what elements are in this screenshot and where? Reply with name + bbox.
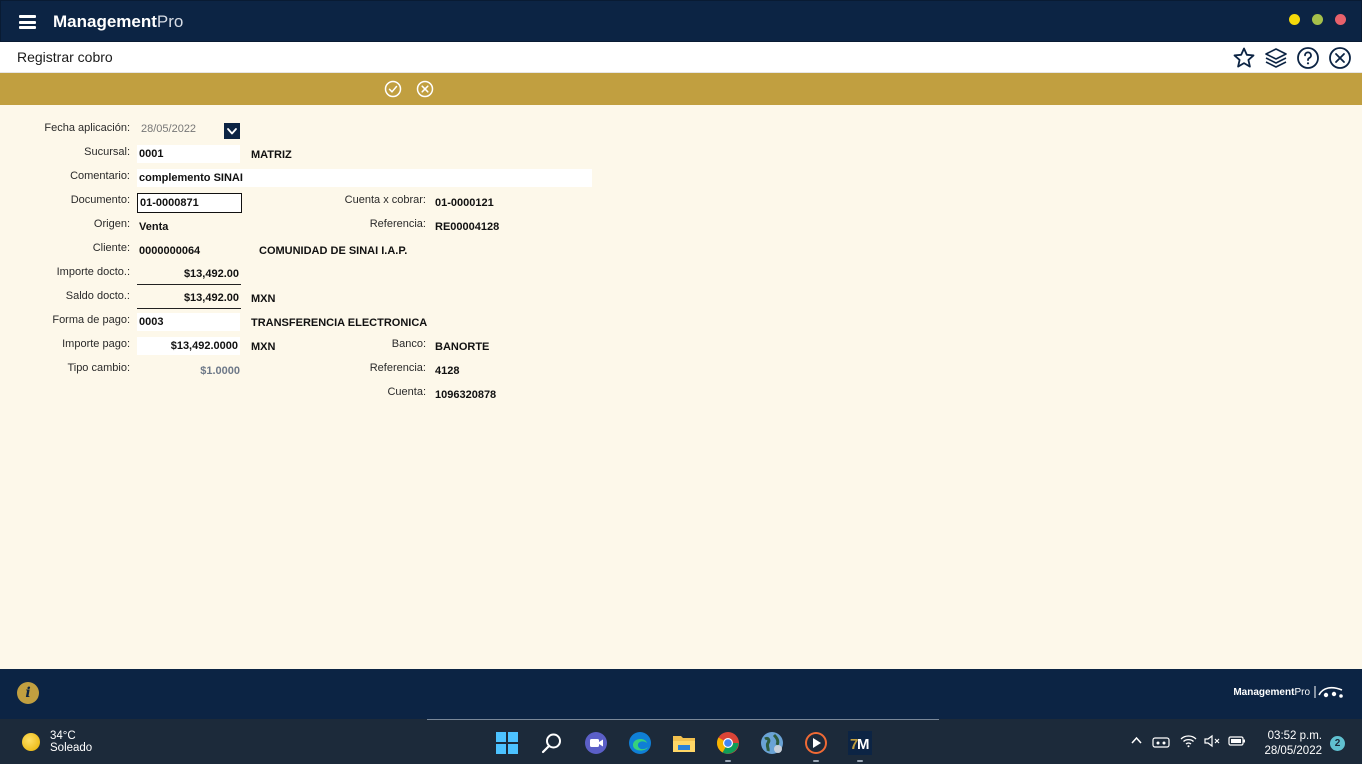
edge-icon[interactable]	[628, 731, 652, 755]
weather-temp: 34°C	[50, 730, 76, 742]
clock-time: 03:52 p.m.	[1267, 730, 1322, 742]
hamburger-menu-icon[interactable]	[19, 15, 36, 29]
tipo-cambio-label: Tipo cambio:	[67, 362, 130, 374]
close-window-button[interactable]	[1335, 14, 1346, 25]
wifi-icon[interactable]	[1180, 734, 1197, 748]
windows-start-icon[interactable]	[495, 731, 519, 755]
banco-label: Banco:	[391, 338, 426, 350]
page-title: Registrar cobro	[17, 49, 113, 65]
cliente-name: COMUNIDAD DE SINAI I.A.P.	[259, 245, 408, 257]
chevron-up-icon[interactable]	[1130, 734, 1143, 747]
origen-label: Origen:	[93, 218, 130, 230]
management-pro-icon[interactable]: 7 M	[848, 731, 872, 755]
footer-brand-pro: Pro	[1294, 686, 1310, 698]
importe-pago-label: Importe pago:	[62, 338, 130, 350]
battery-icon[interactable]	[1228, 734, 1246, 748]
onedrive-icon[interactable]	[1152, 734, 1170, 748]
comentario-input[interactable]: complemento SINAI	[137, 169, 592, 187]
saldo-docto-label: Saldo docto.:	[65, 290, 130, 302]
weather-desc: Soleado	[50, 742, 93, 754]
action-toolbar	[0, 73, 1362, 105]
chrome-icon[interactable]	[716, 731, 740, 755]
info-icon[interactable]: i	[17, 682, 39, 704]
cancel-circle-icon[interactable]	[416, 80, 434, 98]
sun-icon	[22, 733, 40, 751]
cliente-code: 0000000064	[139, 245, 201, 257]
chrome-running-indicator	[725, 760, 731, 762]
star-icon[interactable]	[1232, 46, 1256, 70]
referencia-label: Referencia:	[369, 218, 426, 230]
close-circle-icon[interactable]	[1328, 46, 1352, 70]
comentario-label: Comentario:	[70, 170, 130, 182]
brand-pro: Pro	[156, 12, 184, 31]
app-bar: ManagementPro	[0, 0, 1362, 42]
file-explorer-icon[interactable]	[672, 731, 696, 755]
referencia-pago-label: Referencia:	[369, 362, 426, 374]
importe-pago-currency: MXN	[251, 341, 276, 353]
cuenta-label: Cuenta:	[387, 386, 426, 398]
search-icon[interactable]	[540, 731, 564, 755]
title-bar: Registrar cobro	[0, 42, 1362, 73]
chevron-down-icon[interactable]	[224, 123, 240, 139]
brand-main: Management	[53, 12, 157, 31]
sucursal-label: Sucursal:	[84, 146, 130, 158]
layers-icon[interactable]	[1264, 46, 1288, 70]
notification-badge[interactable]: 2	[1330, 736, 1345, 751]
teams-icon[interactable]	[584, 731, 608, 755]
weather-widget[interactable]: 34°C Soleado	[22, 730, 92, 754]
cliente-label: Cliente:	[92, 242, 130, 254]
cuenta-value: 1096320878	[435, 389, 497, 401]
referencia-pago-value: 4128	[435, 365, 460, 377]
os-taskbar: 34°C Soleado 7 M 03:52 p.m. 28/05/2022 2	[0, 719, 1362, 764]
tipo-cambio-value: $1.0000	[200, 365, 240, 377]
documento-input[interactable]: 01-0000871	[137, 193, 242, 213]
sucursal-code-input[interactable]: 0001	[137, 145, 240, 163]
taskbar-divider	[427, 719, 939, 720]
sucursal-name: MATRIZ	[251, 149, 292, 161]
clock-date: 28/05/2022	[1264, 745, 1322, 757]
help-icon[interactable]	[1296, 46, 1320, 70]
importe-docto-value: $13,492.00	[137, 265, 241, 285]
importe-docto-label: Importe docto.:	[56, 266, 130, 278]
brand-logo-icon	[1314, 686, 1343, 698]
globe-icon[interactable]	[760, 731, 784, 755]
footer-brand-main: Management	[1233, 686, 1295, 698]
importe-pago-input[interactable]: $13,492.0000	[137, 337, 240, 355]
referencia-value: RE00004128	[435, 221, 500, 233]
documento-label: Documento:	[70, 194, 130, 206]
cuenta-x-cobrar-label: Cuenta x cobrar:	[344, 194, 426, 206]
maximize-button[interactable]	[1312, 14, 1323, 25]
saldo-docto-currency: MXN	[251, 293, 276, 305]
media-running-indicator	[813, 760, 819, 762]
forma-pago-code-input[interactable]: 0003	[137, 313, 240, 331]
svg-text:M: M	[857, 736, 870, 753]
fecha-aplicacion-label: Fecha aplicación:	[44, 122, 130, 134]
media-player-icon[interactable]	[804, 731, 828, 755]
forma-pago-label: Forma de pago:	[52, 314, 130, 326]
app-brand: ManagementPro	[53, 12, 183, 32]
app-footer: i ManagementPro	[0, 669, 1362, 719]
saldo-docto-value: $13,492.00	[137, 289, 241, 309]
footer-brand: ManagementPro	[1233, 685, 1344, 699]
banco-value: BANORTE	[435, 341, 490, 353]
forma-pago-name: TRANSFERENCIA ELECTRONICA	[251, 317, 428, 329]
payment-form: Fecha aplicación: 28/05/2022 Sucursal: 0…	[0, 105, 1362, 669]
taskbar-clock[interactable]: 03:52 p.m. 28/05/2022	[1264, 729, 1322, 759]
fecha-aplicacion-value[interactable]: 28/05/2022	[141, 123, 196, 135]
volume-muted-icon[interactable]	[1204, 734, 1221, 748]
check-circle-icon[interactable]	[384, 80, 402, 98]
app-running-indicator	[857, 760, 863, 762]
minimize-button[interactable]	[1289, 14, 1300, 25]
origen-value: Venta	[139, 221, 169, 233]
cuenta-x-cobrar-value: 01-0000121	[435, 197, 494, 209]
